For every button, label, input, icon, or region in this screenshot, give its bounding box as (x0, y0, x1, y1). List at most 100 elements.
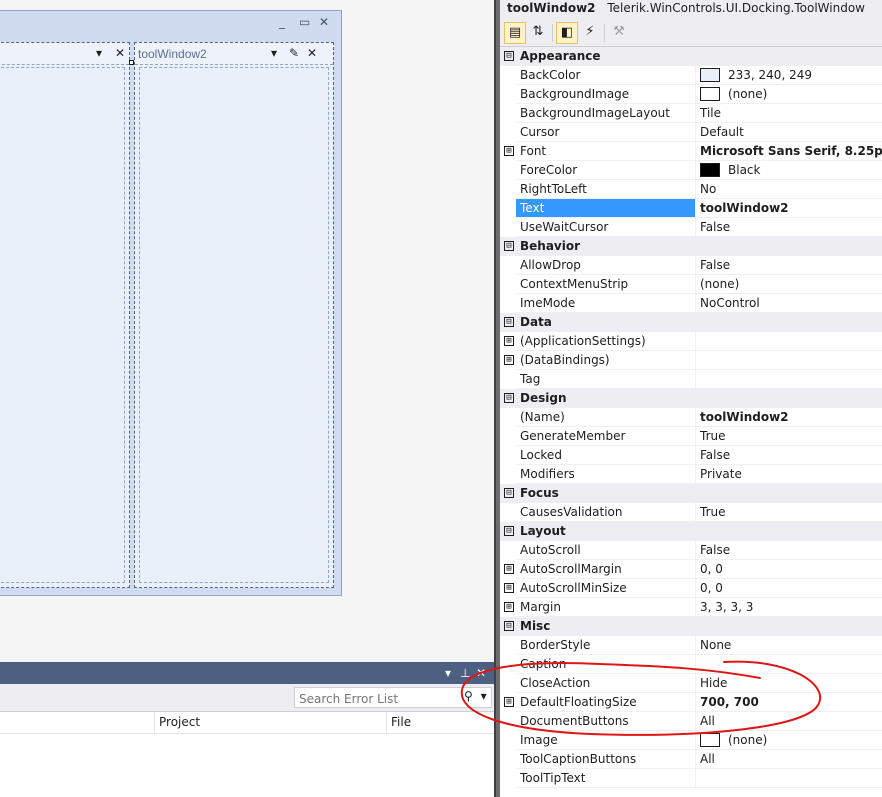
property-value[interactable]: Microsoft Sans Serif, 8.25pt (695, 142, 882, 161)
expand-icon[interactable]: ⊞ (504, 355, 514, 365)
expand-icon[interactable]: ⊞ (504, 336, 514, 346)
property-name[interactable]: (Name) (516, 408, 695, 427)
property-name[interactable]: Font (516, 142, 695, 161)
property-value[interactable]: True (695, 427, 882, 446)
collapse-icon[interactable]: ⊟ (504, 488, 514, 498)
property-row[interactable]: BackgroundImageLayout Tile (500, 104, 882, 123)
property-row[interactable]: Cursor Default (500, 123, 882, 142)
property-name[interactable]: AutoScroll (516, 541, 695, 560)
property-row[interactable]: ⊞ AutoScrollMargin 0, 0 (500, 560, 882, 579)
property-name[interactable]: BackgroundImageLayout (516, 104, 695, 123)
property-value[interactable]: All (695, 712, 882, 731)
form-close-button[interactable]: ✕ (319, 15, 329, 29)
property-value[interactable]: 3, 3, 3, 3 (695, 598, 882, 617)
expand-icon[interactable]: ⊞ (504, 564, 514, 574)
property-value[interactable]: False (695, 446, 882, 465)
events-icon[interactable]: ⚡ (579, 22, 601, 44)
property-row[interactable]: UseWaitCursor False (500, 218, 882, 237)
expand-icon[interactable]: ⊞ (504, 697, 514, 707)
property-category[interactable]: ⊟ Appearance (500, 47, 882, 66)
property-name[interactable]: ToolTipText (516, 769, 695, 788)
property-value[interactable]: All (695, 750, 882, 769)
property-name[interactable]: Text (516, 199, 695, 218)
property-value[interactable]: False (695, 256, 882, 275)
property-value[interactable]: Private (695, 465, 882, 484)
property-row[interactable]: CloseAction Hide (500, 674, 882, 693)
property-value[interactable]: 0, 0 (695, 560, 882, 579)
alphabetical-icon[interactable]: ⇅ (527, 22, 549, 44)
property-value[interactable]: Black (695, 161, 882, 180)
property-row[interactable]: ContextMenuStrip (none) (500, 275, 882, 294)
close-icon[interactable]: ✕ (476, 665, 486, 681)
property-row[interactable]: BorderStyle None (500, 636, 882, 655)
property-value[interactable]: Tile (695, 104, 882, 123)
property-value[interactable] (695, 769, 882, 788)
search-input[interactable] (294, 687, 492, 708)
categorized-icon[interactable]: ▤ (504, 22, 526, 44)
property-name[interactable]: Image (516, 731, 695, 750)
object-selector[interactable]: toolWindow2 Telerik.WinControls.UI.Docki… (500, 0, 882, 18)
property-row[interactable]: AutoScroll False (500, 541, 882, 560)
property-name[interactable]: (DataBindings) (516, 351, 695, 370)
collapse-icon[interactable]: ⊟ (504, 393, 514, 403)
property-name[interactable]: ToolCaptionButtons (516, 750, 695, 769)
close-icon[interactable]: ✕ (115, 45, 125, 61)
tool-window-2[interactable]: toolWindow2 ▾ ✎ ✕ (134, 42, 334, 588)
property-value[interactable]: Hide (695, 674, 882, 693)
expand-icon[interactable]: ⊞ (504, 146, 514, 156)
close-icon[interactable]: ✕ (307, 45, 317, 61)
property-row[interactable]: ForeColor Black (500, 161, 882, 180)
tool-window-1-caption[interactable]: ▾ ✕ (0, 43, 129, 65)
column-header-file[interactable]: File (386, 712, 494, 734)
tool-window-1[interactable]: ▾ ✕ (0, 42, 130, 588)
property-name[interactable]: ForeColor (516, 161, 695, 180)
property-row[interactable]: ToolTipText (500, 769, 882, 788)
property-value[interactable]: (none) (695, 275, 882, 294)
property-row[interactable]: DocumentButtons All (500, 712, 882, 731)
property-name[interactable]: AutoScrollMargin (516, 560, 695, 579)
property-row[interactable]: Text toolWindow2 (500, 199, 882, 218)
property-row[interactable]: ⊞ (ApplicationSettings) (500, 332, 882, 351)
property-name[interactable]: AllowDrop (516, 256, 695, 275)
property-value[interactable]: None (695, 636, 882, 655)
property-name[interactable]: RightToLeft (516, 180, 695, 199)
resize-handle[interactable] (129, 60, 134, 65)
property-name[interactable]: Margin (516, 598, 695, 617)
chevron-down-icon[interactable]: ▾ (445, 665, 451, 681)
property-row[interactable]: RightToLeft No (500, 180, 882, 199)
property-row[interactable]: ImeMode NoControl (500, 294, 882, 313)
property-name[interactable]: DocumentButtons (516, 712, 695, 731)
property-name[interactable]: BackColor (516, 66, 695, 85)
property-value[interactable]: Default (695, 123, 882, 142)
property-category[interactable]: ⊟ Misc (500, 617, 882, 636)
property-value[interactable]: toolWindow2 (695, 199, 882, 218)
property-row[interactable]: CausesValidation True (500, 503, 882, 522)
property-row[interactable]: ⊞ DefaultFloatingSize 700, 700 (500, 693, 882, 712)
property-name[interactable]: Cursor (516, 123, 695, 142)
pin-icon[interactable]: ⊥ (460, 665, 470, 681)
form-maximize-button[interactable]: ▭ (299, 15, 310, 29)
property-value[interactable] (695, 332, 882, 351)
property-row[interactable]: AllowDrop False (500, 256, 882, 275)
property-row[interactable]: Caption (500, 655, 882, 674)
property-value[interactable]: True (695, 503, 882, 522)
property-value[interactable]: toolWindow2 (695, 408, 882, 427)
tool-window-2-caption[interactable]: toolWindow2 ▾ ✎ ✕ (135, 43, 333, 65)
column-header-project[interactable]: Project (154, 712, 386, 734)
property-name[interactable]: UseWaitCursor (516, 218, 695, 237)
search-icon[interactable]: ⚲ ▾ (464, 689, 492, 706)
property-value[interactable] (695, 351, 882, 370)
property-row[interactable]: Tag (500, 370, 882, 389)
property-value[interactable] (695, 370, 882, 389)
property-row[interactable]: Modifiers Private (500, 465, 882, 484)
property-category[interactable]: ⊟ Layout (500, 522, 882, 541)
property-row[interactable]: ⊞ Margin 3, 3, 3, 3 (500, 598, 882, 617)
property-value[interactable]: NoControl (695, 294, 882, 313)
collapse-icon[interactable]: ⊟ (504, 51, 514, 61)
chevron-down-icon[interactable]: ▾ (481, 689, 487, 703)
property-name[interactable]: CloseAction (516, 674, 695, 693)
property-value[interactable]: 700, 700 (695, 693, 882, 712)
property-row[interactable]: ⊞ Font Microsoft Sans Serif, 8.25pt (500, 142, 882, 161)
property-row[interactable]: (Name) toolWindow2 (500, 408, 882, 427)
property-name[interactable]: ContextMenuStrip (516, 275, 695, 294)
